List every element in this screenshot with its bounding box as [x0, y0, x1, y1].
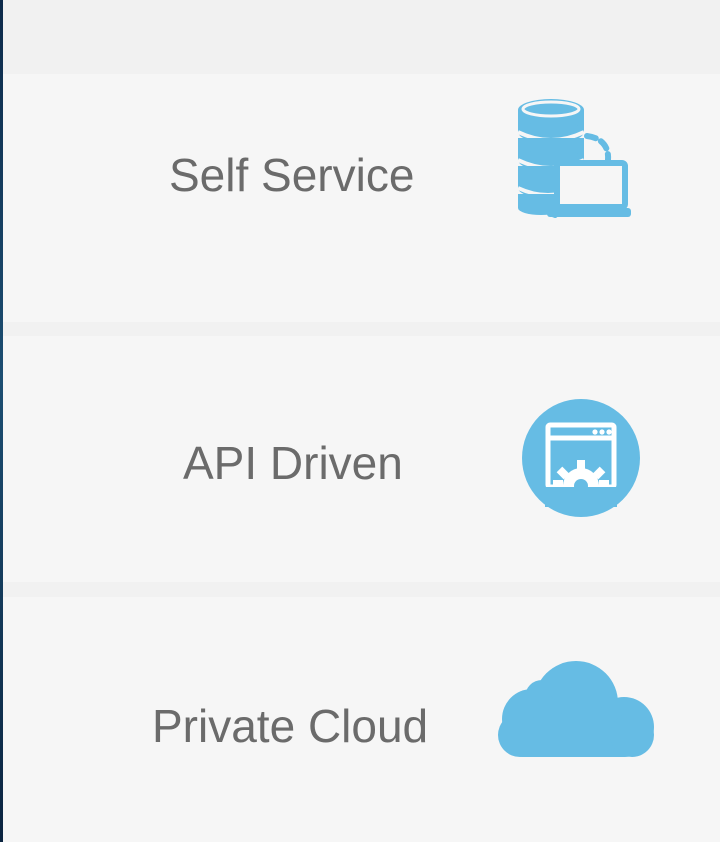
database-laptop-icon — [517, 99, 631, 218]
feature-label: Private Cloud — [152, 700, 429, 752]
feature-label: Self Service — [169, 149, 415, 201]
feature-card-self-service: Self Service — [3, 74, 720, 322]
cloud-icon — [498, 661, 654, 757]
feature-label: API Driven — [183, 437, 403, 489]
feature-card-api-driven: API Driven — [3, 336, 720, 582]
browser-gear-icon — [522, 399, 640, 517]
feature-card-private-cloud: Private Cloud — [3, 597, 720, 842]
